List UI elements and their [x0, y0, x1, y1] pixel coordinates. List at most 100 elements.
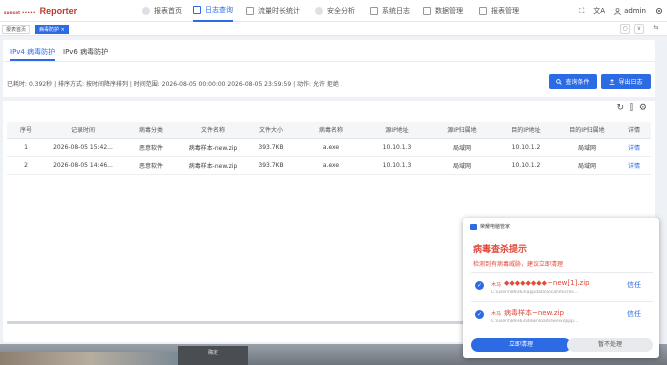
- col-header[interactable]: 目的IP地址: [495, 122, 557, 139]
- nav-label: 安全分析: [327, 7, 355, 15]
- cell-filesize: 393.7KB: [245, 156, 297, 175]
- desktop-wallpaper-strip: [0, 352, 180, 365]
- threat-path: C:\users\89363\downloads\weixi\ppp...: [491, 319, 579, 324]
- user-icon: [614, 7, 621, 15]
- home-icon: [142, 7, 150, 15]
- cell-category: 恶意软件: [121, 138, 181, 157]
- fullscreen-icon[interactable]: ⛶: [579, 7, 584, 16]
- gear-icon[interactable]: [655, 7, 663, 15]
- export-icon: [610, 78, 615, 85]
- popup-divider: [471, 272, 653, 273]
- trust-button[interactable]: 信任: [627, 280, 641, 290]
- nav-item-security-analysis[interactable]: 安全分析: [315, 0, 355, 22]
- settings-icon[interactable]: ⚙: [639, 103, 647, 113]
- query-info: 已耗时: 0.392秒 | 排序方式: 按时间降序排列 | 时间范围: 2026…: [7, 79, 339, 88]
- refresh-tab-icon[interactable]: ○: [620, 24, 630, 34]
- action-deny: 拒绝: [326, 81, 339, 88]
- cell-dst-ip: 10.10.1.2: [495, 138, 557, 157]
- nav-item-home[interactable]: 报表首页: [142, 0, 182, 22]
- col-header[interactable]: 序号: [7, 122, 45, 139]
- query-conditions-button[interactable]: 查询条件: [549, 74, 597, 89]
- threat-item: ✓ 木马 ◆◆◆◆◆◆◆◆~new[1].zip C:\users\89363\…: [475, 278, 655, 300]
- traffic-stats-icon: [246, 7, 254, 15]
- col-header[interactable]: 目的IP归属地: [557, 122, 617, 139]
- nav-item-system-log[interactable]: 系统日志: [370, 0, 410, 22]
- popup-subtitle: 检测到有病毒威胁，建议立即清理: [473, 261, 564, 268]
- nav-item-log-query[interactable]: 日志查询: [193, 0, 233, 22]
- cell-index: 2: [7, 156, 45, 175]
- table-row[interactable]: 1 2026-08-05 15:42... 恶意软件 病毒样本-new.zip …: [7, 138, 651, 157]
- data-management-icon: [423, 7, 431, 15]
- cell-time: 2026-08-05 14:46...: [45, 156, 121, 175]
- popup-title: 病毒查杀提示: [473, 245, 528, 255]
- col-header[interactable]: 病毒名称: [297, 122, 365, 139]
- cell-filename: 病毒样本-new.zip: [181, 156, 245, 175]
- elapsed-value: 0.392秒: [28, 81, 53, 88]
- cell-src-location: 局域网: [429, 156, 495, 175]
- nav-item-traffic-stats[interactable]: 流量时长统计: [246, 0, 300, 22]
- clean-now-button[interactable]: 立即清理: [471, 338, 571, 352]
- chevron-down-icon[interactable]: ∨: [634, 24, 644, 34]
- nav-item-data-management[interactable]: 数据管理: [423, 0, 463, 22]
- cell-category: 恶意软件: [121, 156, 181, 175]
- threat-file: 病毒样本~new.zip: [504, 309, 564, 317]
- col-header[interactable]: 源IP地址: [365, 122, 429, 139]
- threat-file: ◆◆◆◆◆◆◆◆~new[1].zip: [504, 279, 590, 287]
- column-settings-icon[interactable]: ⫿: [630, 103, 633, 113]
- close-icon[interactable]: ×: [61, 27, 65, 33]
- cell-dst-ip: 10.10.1.2: [495, 156, 557, 175]
- subtab-divider: [3, 61, 655, 62]
- col-header[interactable]: 病毒分类: [121, 122, 181, 139]
- ignore-button[interactable]: 暂不处理: [567, 338, 653, 352]
- expand-icon[interactable]: ⇆: [651, 24, 661, 34]
- virus-alert-popup: 荣耀电脑管家 病毒查杀提示 检测到有病毒威胁，建议立即清理 ✓ 木马 ◆◆◆◆◆…: [463, 218, 659, 358]
- threat-kind: 木马: [491, 282, 502, 288]
- header-right: ⛶ 文A admin: [579, 0, 663, 22]
- threat-path: C:\users\89363\appdata\local\micros...: [491, 290, 579, 295]
- col-header[interactable]: 记录时间: [45, 122, 121, 139]
- range-end: 2026-08-05 23:59:59: [227, 81, 292, 88]
- cell-dst-location: 局域网: [557, 138, 617, 157]
- user-menu[interactable]: admin: [614, 7, 646, 15]
- brand-logo: sunsat •••••: [4, 10, 36, 15]
- col-header[interactable]: 源IP归属地: [429, 122, 495, 139]
- col-header[interactable]: 详情: [617, 122, 651, 139]
- tab-report-home[interactable]: 报表首页: [2, 25, 31, 34]
- brand[interactable]: sunsat ••••• Reporter: [4, 6, 77, 16]
- table-header-row: 序号 记录时间 病毒分类 文件名称 文件大小 病毒名称 源IP地址 源IP归属地…: [7, 122, 651, 139]
- background-window-button[interactable]: 确定: [178, 346, 248, 365]
- cell-virus-name: a.exe: [297, 138, 365, 157]
- search-icon: [556, 78, 563, 85]
- table-row[interactable]: 2 2026-08-05 14:46... 恶意软件 病毒样本-new.zip …: [7, 156, 651, 175]
- security-analysis-icon: [315, 7, 323, 15]
- table-tools: ↻ ⫿ ⚙: [616, 103, 647, 113]
- brand-name: Reporter: [39, 6, 78, 16]
- details-link[interactable]: 详情: [617, 138, 651, 157]
- top-navbar: sunsat ••••• Reporter 报表首页 日志查询 流量时长统计 安…: [0, 0, 667, 22]
- export-log-button[interactable]: 导出日志: [601, 74, 651, 89]
- translate-icon[interactable]: 文A: [593, 6, 605, 16]
- checkbox-checked-icon[interactable]: ✓: [475, 281, 484, 290]
- subtab-ipv6[interactable]: IPv6 病毒防护: [63, 47, 108, 61]
- tab-virus-protection[interactable]: 病毒防护 ×: [35, 25, 69, 34]
- cell-time: 2026-08-05 15:42...: [45, 138, 121, 157]
- col-header[interactable]: 文件名称: [181, 122, 245, 139]
- pc-manager-logo: [470, 223, 477, 230]
- nav-label: 系统日志: [382, 7, 410, 15]
- refresh-icon[interactable]: ↻: [616, 103, 624, 113]
- popup-header: 荣耀电脑管家: [470, 223, 510, 230]
- section-separator: [3, 97, 655, 101]
- nav-item-report-management[interactable]: 报表管理: [479, 0, 519, 22]
- trust-button[interactable]: 信任: [627, 309, 641, 319]
- checkbox-checked-icon[interactable]: ✓: [475, 310, 484, 319]
- user-name: admin: [624, 7, 646, 15]
- col-header[interactable]: 文件大小: [245, 122, 297, 139]
- range-start: 2026-08-05 00:00:00: [161, 81, 226, 88]
- tab-label: 病毒防护: [39, 27, 60, 33]
- action-label: | 动作:: [293, 81, 312, 88]
- cell-src-location: 局域网: [429, 138, 495, 157]
- details-link[interactable]: 详情: [617, 156, 651, 175]
- cell-src-ip: 10.10.1.3: [365, 138, 429, 157]
- nav-label: 流量时长统计: [258, 7, 300, 15]
- subtab-ipv4[interactable]: IPv4 病毒防护: [10, 47, 56, 61]
